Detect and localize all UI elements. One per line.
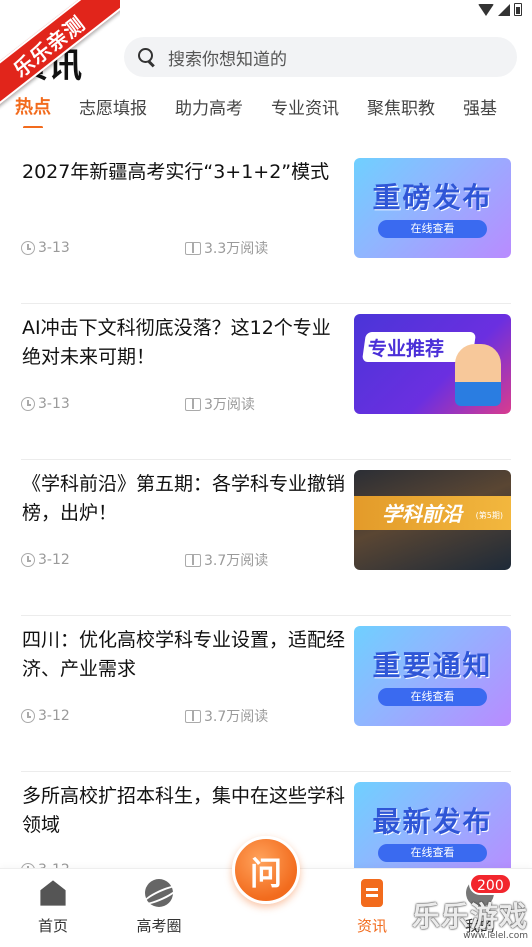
news-date: 3-13 bbox=[38, 240, 70, 256]
clock-icon bbox=[21, 553, 35, 567]
news-thumbnail: 专业推荐 bbox=[354, 314, 511, 414]
thumb-headline: 专业推荐 bbox=[368, 338, 445, 360]
news-item[interactable]: AI冲击下文科彻底没落？这12个专业绝对未来可期！ 3-13 3万阅读 专业推荐 bbox=[21, 304, 511, 460]
thumb-headline: 重要通知 bbox=[372, 649, 493, 682]
news-thumbnail: 重要通知 在线查看 bbox=[354, 626, 511, 726]
news-meta: 3-13 3万阅读 bbox=[21, 394, 351, 414]
battery-icon bbox=[514, 3, 522, 16]
clock-icon bbox=[21, 241, 35, 255]
book-icon bbox=[185, 553, 201, 567]
thumb-headline: 最新发布 bbox=[372, 805, 493, 838]
news-title: 四川：优化高校学科专业设置，适配经济、产业需求 bbox=[22, 629, 346, 680]
news-reads: 3.3万阅读 bbox=[204, 241, 269, 257]
news-meta: 3-12 3.7万阅读 bbox=[21, 706, 351, 726]
tab-major-news[interactable]: 专业资讯 bbox=[271, 94, 339, 123]
nav-circle[interactable]: 高考圈 bbox=[119, 879, 199, 936]
book-icon bbox=[185, 709, 201, 723]
news-title: 多所高校扩招本科生，集中在这些学科领域 bbox=[22, 785, 346, 836]
news-date: 3-12 bbox=[38, 552, 70, 568]
nav-news[interactable]: 资讯 bbox=[332, 879, 412, 936]
tab-exam-help[interactable]: 助力高考 bbox=[175, 94, 243, 123]
news-title: 《学科前沿》第五期：各学科专业撤销榜，出炉！ bbox=[22, 473, 346, 524]
nav-home[interactable]: 首页 bbox=[13, 879, 93, 936]
notification-badge: 200 bbox=[469, 873, 512, 895]
news-list: 2027年新疆高考实行“3+1+2”模式 3-13 3.3万阅读 重磅发布 在线… bbox=[0, 148, 532, 928]
home-icon bbox=[40, 880, 66, 906]
news-date: 3-13 bbox=[38, 396, 70, 412]
news-reads: 3.7万阅读 bbox=[204, 553, 269, 569]
news-meta: 3-13 3.3万阅读 bbox=[21, 238, 351, 258]
news-item[interactable]: 2027年新疆高考实行“3+1+2”模式 3-13 3.3万阅读 重磅发布 在线… bbox=[21, 148, 511, 304]
nav-label: 首页 bbox=[37, 917, 68, 935]
search-input[interactable]: 搜索你想知道的 bbox=[124, 37, 517, 77]
nav-label: 高考圈 bbox=[136, 917, 182, 935]
search-icon bbox=[138, 48, 156, 66]
tab-strong-base[interactable]: 强基 bbox=[463, 94, 497, 123]
clock-icon bbox=[21, 397, 35, 411]
thumb-pill: 在线查看 bbox=[378, 844, 487, 862]
news-meta: 3-12 3.7万阅读 bbox=[21, 550, 351, 570]
news-thumbnail: 重磅发布 在线查看 bbox=[354, 158, 511, 258]
ribbon-text: 乐乐亲测 bbox=[0, 0, 120, 110]
wifi-icon bbox=[478, 3, 494, 16]
news-reads: 3.7万阅读 bbox=[204, 709, 269, 725]
thumb-headline: 学科前沿 bbox=[382, 502, 462, 526]
news-date: 3-12 bbox=[38, 708, 70, 724]
person-illustration-icon bbox=[455, 344, 501, 406]
news-thumbnail: 最新发布 在线查看 bbox=[354, 782, 511, 882]
search-placeholder: 搜索你想知道的 bbox=[168, 49, 287, 70]
nav-label: 资讯 bbox=[356, 917, 387, 935]
ask-button[interactable]: 问 bbox=[232, 836, 300, 904]
news-title: 2027年新疆高考实行“3+1+2”模式 bbox=[22, 161, 330, 183]
news-reads: 3万阅读 bbox=[204, 397, 255, 413]
signal-icon bbox=[498, 3, 510, 16]
watermark-text: 乐乐游戏 bbox=[411, 900, 528, 933]
thumb-headline: 重磅发布 bbox=[372, 181, 493, 214]
news-title: AI冲击下文科彻底没落？这12个专业绝对未来可期！ bbox=[22, 317, 331, 368]
clock-icon bbox=[21, 709, 35, 723]
document-icon bbox=[361, 879, 383, 907]
corner-ribbon: 乐乐亲测 bbox=[0, 0, 120, 110]
corner-watermark: 乐乐游戏 www.lelel.com bbox=[408, 895, 528, 941]
news-item[interactable]: 四川：优化高校学科专业设置，适配经济、产业需求 3-12 3.7万阅读 重要通知… bbox=[21, 616, 511, 772]
book-icon bbox=[185, 241, 201, 255]
thumb-pill: 在线查看 bbox=[378, 688, 487, 706]
tab-vocational[interactable]: 聚焦职教 bbox=[367, 94, 435, 123]
news-item[interactable]: 《学科前沿》第五期：各学科专业撤销榜，出炉！ 3-12 3.7万阅读 学科前沿 … bbox=[21, 460, 511, 616]
news-thumbnail: 学科前沿 (第5期) bbox=[354, 470, 511, 570]
book-icon bbox=[185, 397, 201, 411]
thumb-issue: (第5期) bbox=[475, 511, 503, 520]
thumb-pill: 在线查看 bbox=[378, 220, 487, 238]
planet-icon bbox=[145, 879, 173, 907]
